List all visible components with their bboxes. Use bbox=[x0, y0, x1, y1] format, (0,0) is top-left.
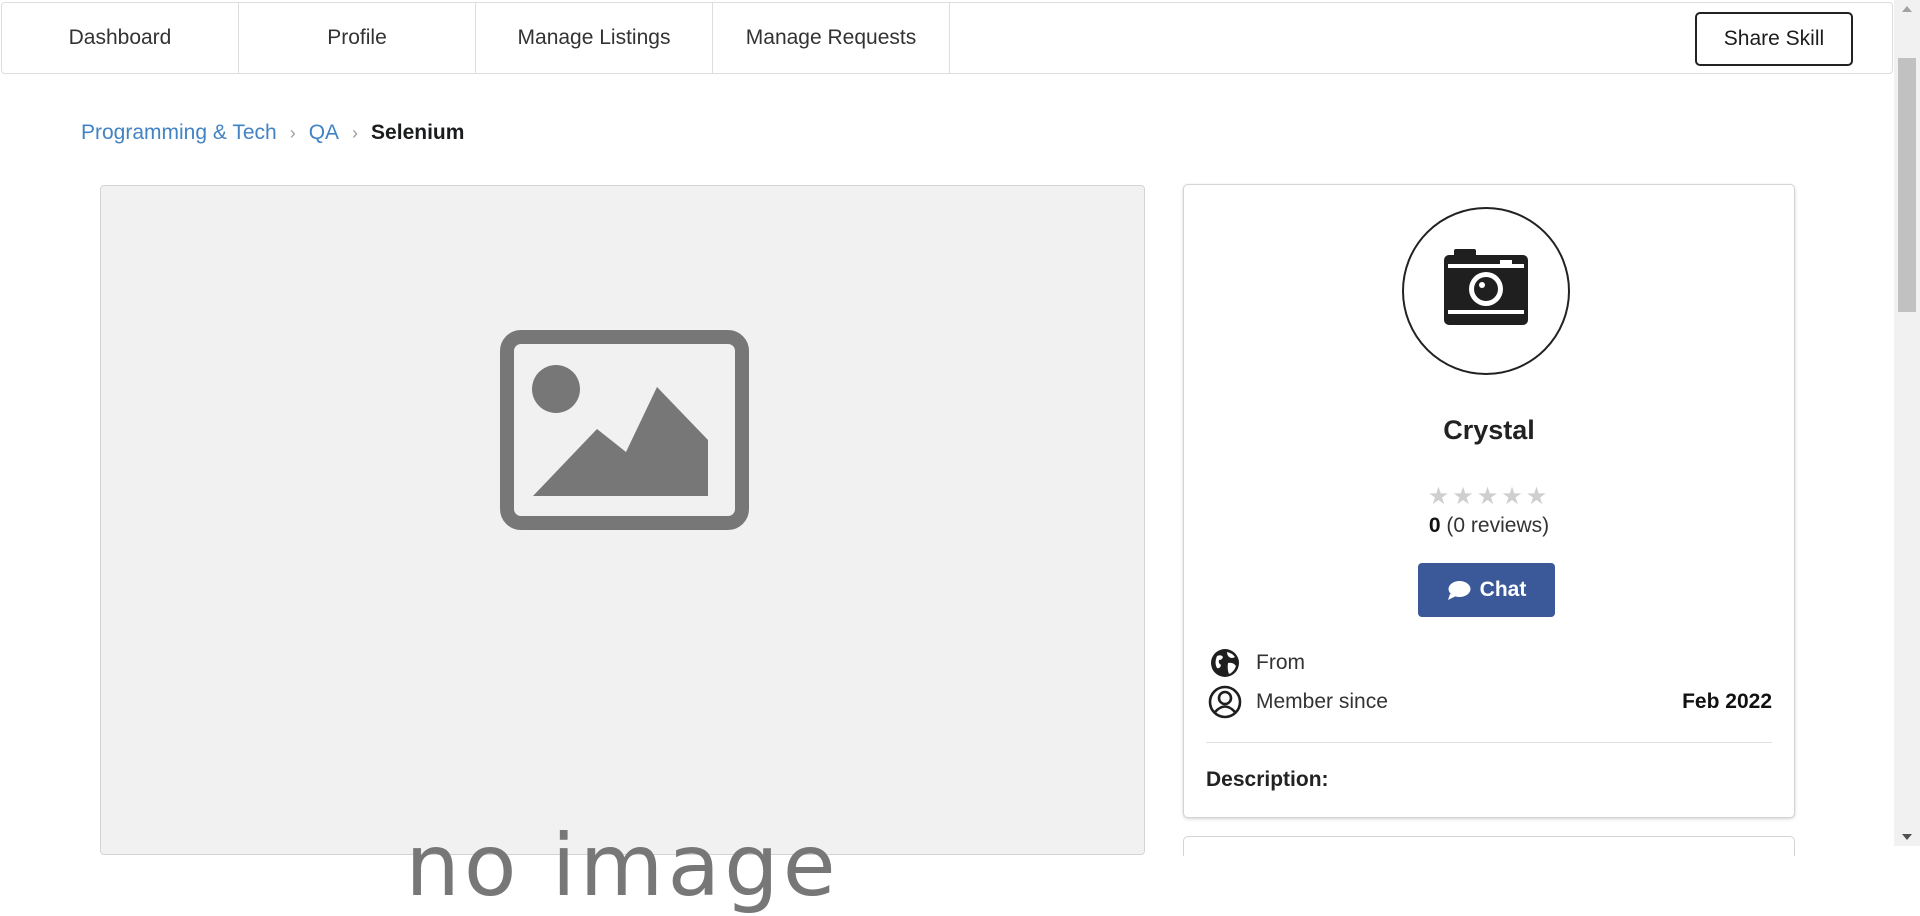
star-rating: ★★★★★ bbox=[1427, 483, 1551, 510]
camera-icon bbox=[1444, 249, 1528, 325]
from-label: From bbox=[1256, 651, 1305, 674]
secondary-card bbox=[1183, 836, 1795, 856]
breadcrumb-current: Selenium bbox=[371, 121, 465, 144]
scroll-up-icon[interactable] bbox=[1902, 6, 1912, 12]
member-since-value: Feb 2022 bbox=[1682, 690, 1772, 713]
menu-item-dashboard[interactable]: Dashboard bbox=[2, 3, 239, 73]
listing-image: no image bbox=[100, 185, 1145, 916]
scroll-down-icon[interactable] bbox=[1902, 834, 1912, 840]
breadcrumb-divider: › bbox=[352, 122, 359, 143]
review-summary: 0 (0 reviews) bbox=[1184, 514, 1794, 538]
no-image-text: no image bbox=[405, 816, 840, 916]
from-row: From bbox=[1208, 646, 1772, 680]
breadcrumb-subcategory-link[interactable]: QA bbox=[309, 121, 339, 145]
member-since-label: Member since bbox=[1256, 690, 1388, 713]
description-label: Description: bbox=[1206, 768, 1329, 791]
vertical-scrollbar[interactable] bbox=[1894, 0, 1920, 846]
share-skill-button[interactable]: Share Skill bbox=[1695, 12, 1853, 66]
avatar[interactable] bbox=[1402, 207, 1570, 375]
user-circle-icon bbox=[1208, 685, 1242, 719]
globe-icon bbox=[1211, 649, 1239, 677]
seller-profile-card: Crystal ★★★★★ 0 (0 reviews) Chat From Me… bbox=[1183, 184, 1795, 818]
top-menu: Dashboard Profile Manage Listings Manage… bbox=[1, 2, 1893, 74]
menu-item-manage-listings[interactable]: Manage Listings bbox=[476, 3, 713, 73]
chat-button[interactable]: Chat bbox=[1418, 563, 1555, 617]
menu-item-manage-requests[interactable]: Manage Requests bbox=[713, 3, 950, 73]
image-placeholder-icon bbox=[500, 330, 749, 530]
scrollbar-thumb[interactable] bbox=[1898, 58, 1916, 312]
review-count: (0 reviews) bbox=[1446, 514, 1550, 537]
member-since-row: Member since Feb 2022 bbox=[1208, 685, 1772, 719]
breadcrumb: Programming & Tech › QA › Selenium bbox=[81, 118, 464, 148]
divider bbox=[1206, 742, 1772, 743]
rating-value: 0 bbox=[1428, 514, 1441, 537]
chat-button-label: Chat bbox=[1479, 578, 1527, 601]
chat-bubble-icon bbox=[1447, 581, 1471, 600]
menu-item-profile[interactable]: Profile bbox=[239, 3, 476, 73]
breadcrumb-divider: › bbox=[289, 122, 296, 143]
breadcrumb-category-link[interactable]: Programming & Tech bbox=[81, 121, 277, 145]
seller-name: Crystal bbox=[1443, 415, 1535, 445]
